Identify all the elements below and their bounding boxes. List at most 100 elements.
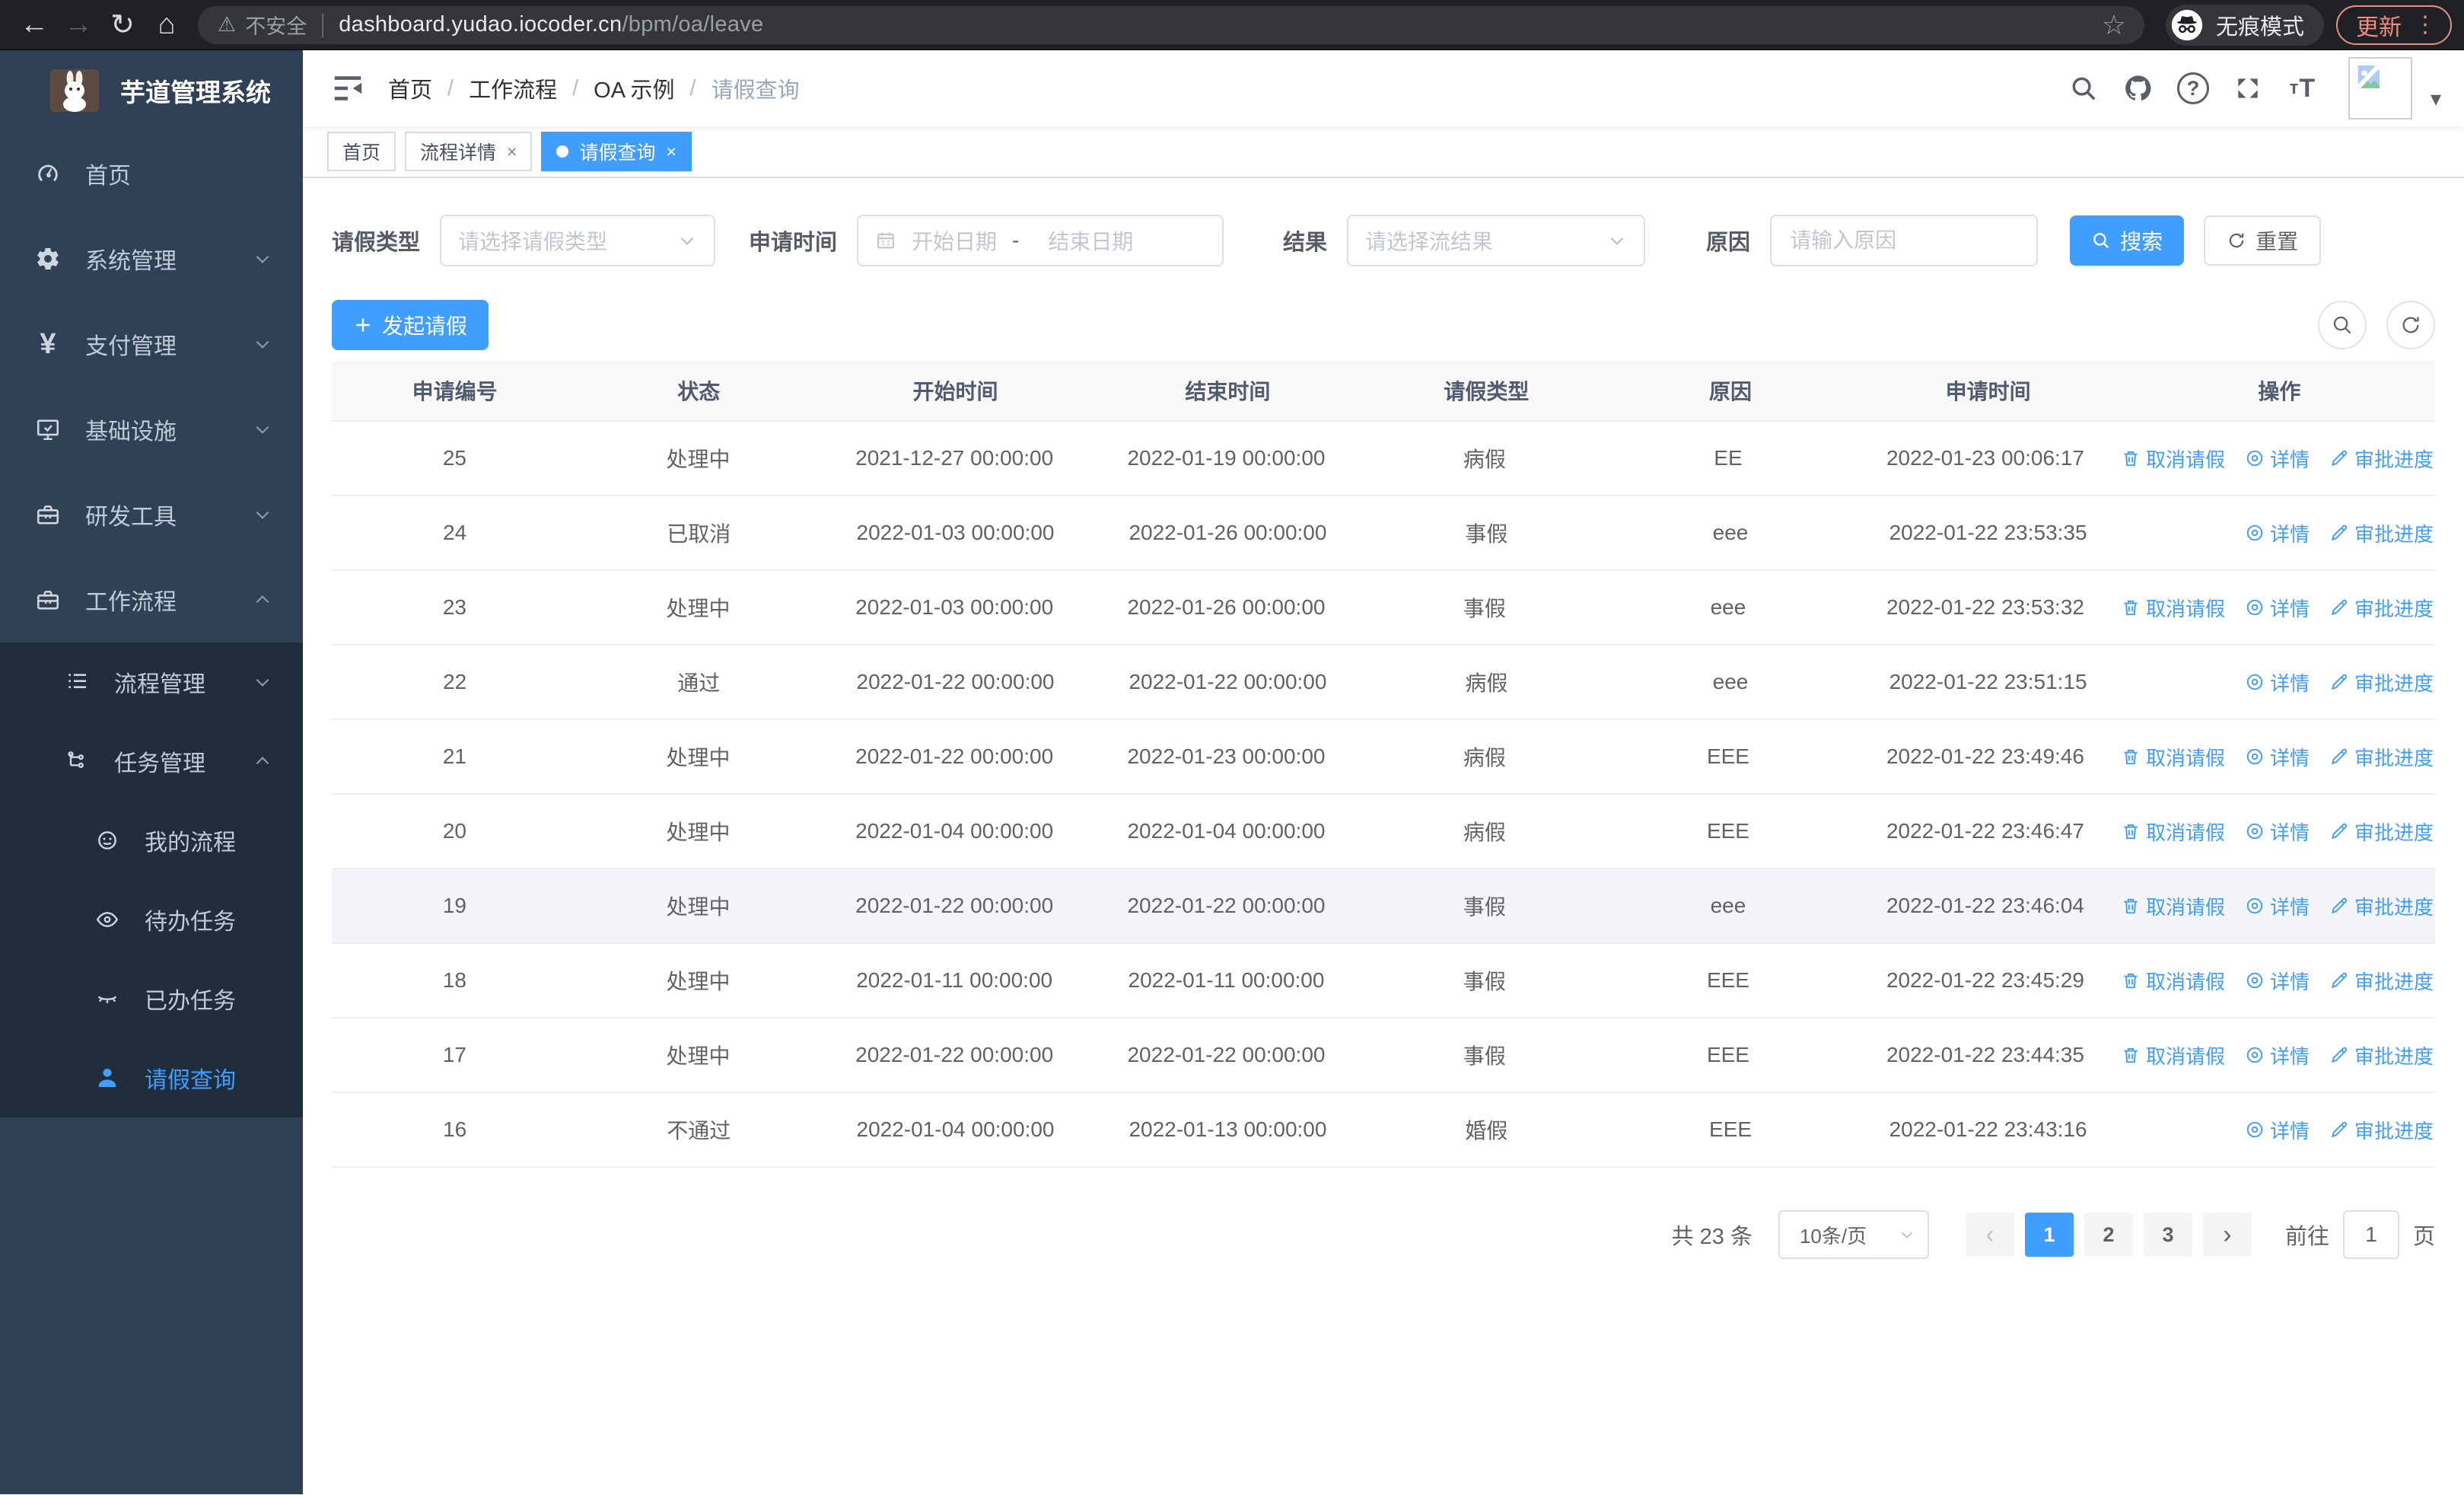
page-button-1[interactable]: 1 [2024, 1213, 2074, 1257]
sidebar-item-todo-tasks[interactable]: 待办任务 [0, 880, 303, 959]
bookmark-star-icon[interactable]: ☆ [2093, 9, 2135, 41]
cell-actions: 取消请假 详情 审批进度 [2121, 818, 2435, 846]
sidebar-item-workflow[interactable]: 工作流程 [0, 557, 303, 642]
sidebar-item-process-management[interactable]: 流程管理 [0, 642, 303, 722]
row-action-progress-link[interactable]: 审批进度 [2329, 743, 2434, 771]
cell-start-time: 2022-01-22 00:00:00 [855, 1043, 1054, 1066]
row-action-cancel-link[interactable]: 取消请假 [2121, 892, 2225, 920]
toggle-search-button[interactable] [2318, 301, 2367, 349]
row-action-progress-link[interactable]: 审批进度 [2329, 1041, 2434, 1069]
sidebar-item-label: 研发工具 [85, 505, 177, 530]
cell-reason: EEE [1706, 819, 1749, 843]
row-action-detail-link[interactable]: 详情 [2245, 445, 2310, 473]
github-icon[interactable] [2114, 64, 2163, 113]
row-action-cancel-link[interactable]: 取消请假 [2121, 743, 2225, 771]
row-action-progress-link[interactable]: 审批进度 [2329, 967, 2434, 995]
active-tab-dot [556, 145, 569, 158]
page-size-select[interactable]: 10条/页 [1778, 1210, 1929, 1259]
result-select[interactable]: 请选择流结果 [1347, 215, 1646, 266]
apply-time-range-picker[interactable]: 开始日期 - 结束日期 [857, 215, 1224, 266]
row-action-label: 取消请假 [2145, 895, 2225, 919]
row-action-cancel-link[interactable]: 取消请假 [2121, 967, 2225, 995]
cell-start-time: 2022-01-04 00:00:00 [856, 1117, 1055, 1141]
brand-logo [50, 69, 99, 112]
row-action-detail-link[interactable]: 详情 [2245, 594, 2310, 622]
row-action-detail-link[interactable]: 详情 [2245, 818, 2310, 846]
sidebar-item-infrastructure[interactable]: 基础设施 [0, 387, 303, 472]
breadcrumb-item-home[interactable]: 首页 [388, 72, 432, 104]
cell-actions: 详情 审批进度 [2124, 519, 2435, 547]
leave-type-select[interactable]: 请选择请假类型 [440, 215, 716, 266]
row-action-detail-link[interactable]: 详情 [2245, 1041, 2310, 1069]
row-action-detail-link[interactable]: 详情 [2245, 967, 2310, 995]
row-action-progress-link[interactable]: 审批进度 [2329, 1116, 2434, 1144]
help-icon[interactable]: ? [2169, 64, 2217, 113]
row-action-cancel-link[interactable]: 取消请假 [2121, 594, 2225, 622]
row-action-progress-link[interactable]: 审批进度 [2329, 445, 2434, 473]
tab-process-detail[interactable]: 流程详情 × [405, 132, 533, 171]
avatar[interactable] [2348, 57, 2412, 120]
sidebar-item-system[interactable]: 系统管理 [0, 216, 303, 301]
breadcrumb-item-oa-example[interactable]: OA 示例 [594, 72, 674, 104]
sidebar-item-task-management[interactable]: 任务管理 [0, 722, 303, 801]
create-leave-button[interactable]: 发起请假 [332, 300, 489, 350]
goto-page-input[interactable] [2342, 1210, 2399, 1259]
sidebar-item-leave-query[interactable]: 请假查询 [0, 1038, 303, 1117]
tab-home[interactable]: 首页 [327, 132, 396, 171]
tab-leave-query[interactable]: 请假查询 × [541, 132, 692, 171]
font-size-icon[interactable]: тT [2278, 64, 2327, 113]
tab-close-icon[interactable]: × [507, 142, 517, 162]
sidebar-item-home[interactable]: 首页 [0, 131, 303, 216]
page-size-value: 10条/页 [1799, 1224, 1867, 1248]
chevron-down-icon [253, 249, 272, 269]
reason-label: 原因 [1706, 231, 1751, 255]
eye-closed-icon [90, 987, 125, 1011]
header-search-icon[interactable] [2059, 64, 2108, 113]
sidebar-item-payment[interactable]: ¥ 支付管理 [0, 301, 303, 387]
row-action-detail-link[interactable]: 详情 [2245, 743, 2310, 771]
row-action-detail-link[interactable]: 详情 [2245, 1116, 2310, 1144]
row-action-progress-link[interactable]: 审批进度 [2329, 892, 2434, 920]
breadcrumb-item-workflow[interactable]: 工作流程 [469, 72, 557, 104]
browser-home-icon[interactable]: ⌂ [145, 3, 189, 47]
reason-input[interactable] [1770, 215, 2039, 266]
prev-page-button[interactable]: ‹ [1965, 1213, 2014, 1257]
row-action-progress-link[interactable]: 审批进度 [2329, 668, 2434, 696]
sidebar-item-label: 工作流程 [85, 590, 177, 615]
sidebar-item-dev-tools[interactable]: 研发工具 [0, 472, 303, 557]
browser-back-icon[interactable]: ← [12, 3, 56, 47]
row-action-cancel-link[interactable]: 取消请假 [2121, 445, 2225, 473]
row-action-detail-link[interactable]: 详情 [2245, 519, 2310, 547]
row-action-progress-link[interactable]: 审批进度 [2329, 818, 2434, 846]
tab-close-icon[interactable]: × [666, 142, 676, 162]
sidebar-item-done-tasks[interactable]: 已办任务 [0, 959, 303, 1038]
page-button-2[interactable]: 2 [2084, 1213, 2133, 1257]
browser-menu-dots-icon[interactable]: ⋮ [2409, 11, 2441, 38]
next-page-button[interactable]: › [2202, 1213, 2252, 1257]
row-action-cancel-link[interactable]: 取消请假 [2121, 818, 2225, 846]
sidebar-item-my-process[interactable]: 我的流程 [0, 801, 303, 880]
row-action-cancel-link[interactable]: 取消请假 [2121, 1041, 2225, 1069]
browser-reload-icon[interactable]: ↻ [100, 3, 145, 47]
refresh-table-button[interactable] [2386, 301, 2435, 349]
pen-icon [2331, 748, 2348, 765]
row-action-detail-link[interactable]: 详情 [2245, 892, 2310, 920]
address-bar[interactable]: ⚠ 不安全 dashboard.yudao.iocoder.cn/bpm/oa/… [198, 5, 2144, 44]
search-icon [2333, 316, 2351, 334]
cell-status: 处理中 [666, 746, 731, 770]
sidebar-collapse-icon[interactable] [330, 71, 365, 106]
row-action-progress-link[interactable]: 审批进度 [2329, 519, 2434, 547]
browser-update-button[interactable]: 更新 ⋮ [2336, 5, 2452, 45]
search-button[interactable]: 搜索 [2070, 215, 2185, 266]
row-action-progress-link[interactable]: 审批进度 [2329, 594, 2434, 622]
row-action-detail-link[interactable]: 详情 [2245, 668, 2310, 696]
browser-forward-icon[interactable]: → [56, 3, 100, 47]
reset-button[interactable]: 重置 [2204, 215, 2322, 266]
security-chip[interactable]: ⚠ 不安全 [218, 10, 307, 40]
avatar-caret-down-icon[interactable]: ▾ [2431, 86, 2441, 111]
page-button-3[interactable]: 3 [2143, 1213, 2192, 1257]
cell-start-time: 2022-01-04 00:00:00 [855, 819, 1054, 843]
goto-page: 前往 页 [2285, 1210, 2435, 1259]
sidebar: 芋道管理系统 首页 系统管理 ¥ 支付管理 基础设施 研发工具 工作流程 流程管… [0, 50, 303, 1494]
fullscreen-icon[interactable] [2224, 64, 2272, 113]
